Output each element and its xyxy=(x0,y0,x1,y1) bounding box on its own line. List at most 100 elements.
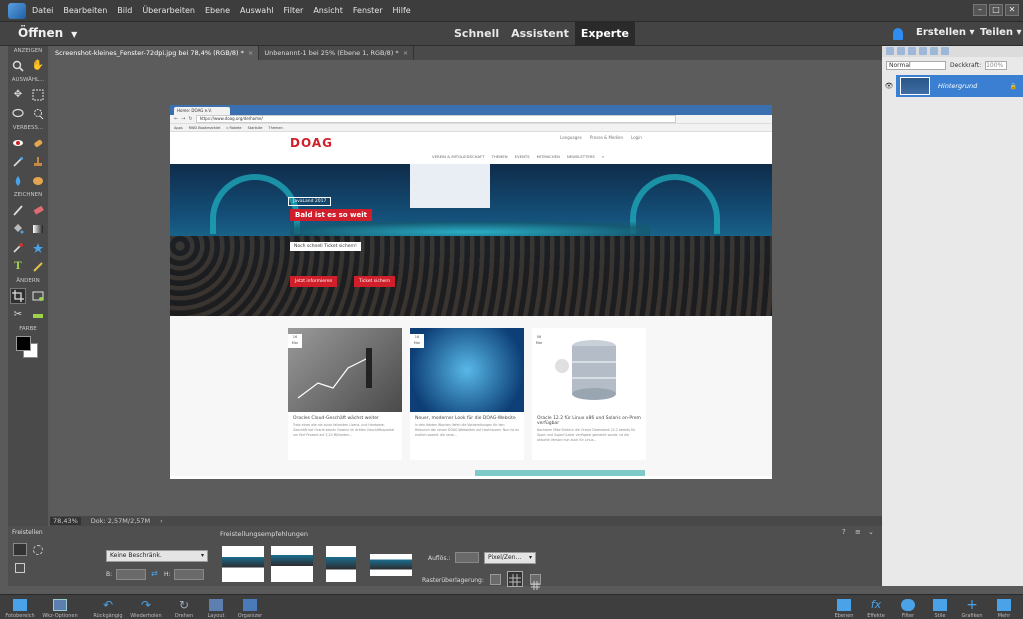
resolution-unit-select[interactable]: Pixel/Zen... ▾ xyxy=(484,552,536,564)
content-aware-move-icon[interactable]: ✂ xyxy=(11,308,25,322)
news-card: 06 Mar Oracle 12.2 für Linux x86 und Sola… xyxy=(532,328,646,460)
tool-section-label: VERBESS... xyxy=(12,125,44,131)
menu-ueberarbeiten[interactable]: Überarbeiten xyxy=(142,6,195,15)
move-tool-icon[interactable]: ✥ xyxy=(11,88,25,102)
recompose-tool-icon[interactable] xyxy=(31,289,45,303)
undo-button[interactable]: ↶ Rückgängig xyxy=(90,599,126,619)
clone-stamp-icon[interactable] xyxy=(31,155,45,169)
rotate-button[interactable]: ↻ Drehen xyxy=(166,599,202,619)
crop-tool-icon[interactable] xyxy=(10,287,26,304)
menu-datei[interactable]: Datei xyxy=(32,6,53,15)
crop-constraint-select[interactable]: Keine Beschränk. ▾ xyxy=(106,550,208,562)
crop-suggestion-thumb[interactable] xyxy=(370,554,412,576)
grid-none-button[interactable] xyxy=(490,574,501,585)
delete-layer-icon[interactable] xyxy=(941,47,949,55)
blend-mode-select[interactable]: Normal xyxy=(886,60,946,70)
layout-button[interactable]: Layout xyxy=(198,599,234,619)
status-arrow-icon[interactable]: › xyxy=(160,517,163,525)
opacity-field[interactable]: 100% xyxy=(985,60,1008,70)
create-menu[interactable]: Erstellen ▾ xyxy=(916,27,975,38)
menu-ansicht[interactable]: Ansicht xyxy=(313,6,343,15)
hand-tool-icon[interactable]: ✋ xyxy=(31,59,45,73)
quick-selection-tool-icon[interactable] xyxy=(31,107,45,121)
crop-suggestion-thumb[interactable] xyxy=(326,546,356,582)
panel-menu-icon[interactable]: ≡ xyxy=(855,528,861,536)
foreground-color-swatch[interactable] xyxy=(16,336,31,351)
new-layer-icon[interactable] xyxy=(886,47,894,55)
crop-suggestion-thumb[interactable] xyxy=(271,546,313,582)
mode-assistent[interactable]: Assistent xyxy=(505,22,575,46)
grid-full-button[interactable] xyxy=(530,574,541,590)
effects-button[interactable]: fx Effekte xyxy=(858,599,894,619)
close-tab-icon[interactable]: × xyxy=(248,49,253,57)
resolution-input[interactable] xyxy=(455,552,479,563)
more-button[interactable]: Mehr xyxy=(986,599,1022,619)
share-menu[interactable]: Teilen ▾ xyxy=(980,27,1022,38)
smart-brush-icon[interactable] xyxy=(11,155,25,169)
eyedropper-icon[interactable] xyxy=(11,241,25,255)
paint-bucket-icon[interactable] xyxy=(11,222,25,236)
tool-options-button[interactable]: Wkz-Optionen xyxy=(42,599,78,619)
open-button[interactable]: Öffnen ▼ xyxy=(18,26,77,40)
custom-shape-icon[interactable] xyxy=(31,241,45,255)
menu-auswahl[interactable]: Auswahl xyxy=(240,6,273,15)
menu-ebene[interactable]: Ebene xyxy=(205,6,230,15)
straighten-tool-icon[interactable] xyxy=(31,308,45,322)
close-button[interactable]: ✕ xyxy=(1005,4,1019,16)
maximize-button[interactable]: □ xyxy=(989,4,1003,16)
help-icon[interactable]: ? xyxy=(842,528,846,536)
canvas-area[interactable]: Home: DOAG e.V. ← → ↻ https://www.doag.o… xyxy=(50,60,882,516)
layers-button[interactable]: Ebenen xyxy=(826,599,862,619)
new-group-icon[interactable] xyxy=(897,47,905,55)
gradient-tool-icon[interactable] xyxy=(31,222,45,236)
layer-mask-icon[interactable] xyxy=(919,47,927,55)
organizer-button[interactable]: Organizer xyxy=(232,599,268,619)
filter-button[interactable]: Filter xyxy=(890,599,926,619)
eraser-tool-icon[interactable] xyxy=(31,203,45,217)
crop-perspective-button[interactable] xyxy=(15,563,25,573)
document-image[interactable]: Home: DOAG e.V. ← → ↻ https://www.doag.o… xyxy=(170,105,772,479)
menu-fenster[interactable]: Fenster xyxy=(353,6,383,15)
menu-bild[interactable]: Bild xyxy=(117,6,132,15)
menu-bearbeiten[interactable]: Bearbeiten xyxy=(63,6,107,15)
notification-bell-icon[interactable] xyxy=(893,28,903,40)
sponge-tool-icon[interactable] xyxy=(31,174,45,188)
zoom-tool-icon[interactable] xyxy=(11,59,25,73)
crop-mode-button[interactable] xyxy=(13,543,27,556)
mode-schnell[interactable]: Schnell xyxy=(448,22,505,46)
crop-shape-button[interactable] xyxy=(33,545,43,555)
opacity-label: Deckkraft: xyxy=(950,61,982,69)
document-tab[interactable]: Unbenannt-1 bei 25% (Ebene 1, RGB/8) * × xyxy=(259,46,415,60)
redo-button[interactable]: ↷ Wiederholen xyxy=(128,599,164,619)
grid-thirds-button[interactable] xyxy=(507,571,523,587)
layer-row[interactable]: 👁 Hintergrund 🔒 xyxy=(882,75,1023,97)
spot-healing-brush-icon[interactable] xyxy=(31,136,45,150)
photo-bin-button[interactable]: Fotobereich xyxy=(2,599,38,619)
menu-filter[interactable]: Filter xyxy=(284,6,304,15)
card-image: 06 Mar xyxy=(532,328,646,412)
lasso-tool-icon[interactable] xyxy=(11,107,25,121)
marquee-tool-icon[interactable] xyxy=(31,88,45,102)
styles-button[interactable]: Stile xyxy=(922,599,958,619)
graphics-button[interactable]: + Grafiken xyxy=(954,598,990,619)
pencil-tool-icon[interactable] xyxy=(31,260,45,274)
collapse-icon[interactable]: ⌄ xyxy=(868,528,874,536)
swap-icon[interactable]: ⇄ xyxy=(151,569,158,578)
width-input[interactable] xyxy=(116,569,146,580)
lock-icon[interactable] xyxy=(930,47,938,55)
red-eye-tool-icon[interactable] xyxy=(11,136,25,150)
blur-tool-icon[interactable] xyxy=(11,174,25,188)
news-card: 16 Mar Neuer, moderner Look für die DOAG-… xyxy=(410,328,524,460)
menu-hilfe[interactable]: Hilfe xyxy=(393,6,411,15)
close-tab-icon[interactable]: × xyxy=(403,49,408,57)
document-tab[interactable]: Screenshot-kleines_Fenster-72dpi.jpg bei… xyxy=(50,46,260,60)
adjustment-layer-icon[interactable] xyxy=(908,47,916,55)
zoom-value[interactable]: 78,43% xyxy=(50,517,81,525)
type-tool-icon[interactable]: T xyxy=(11,260,25,274)
crop-suggestion-thumb[interactable] xyxy=(222,546,264,582)
mode-experte[interactable]: Experte xyxy=(574,22,635,46)
visibility-eye-icon[interactable]: 👁 xyxy=(882,75,896,97)
brush-tool-icon[interactable] xyxy=(11,203,25,217)
minimize-button[interactable]: – xyxy=(973,4,987,16)
height-input[interactable] xyxy=(174,569,204,580)
